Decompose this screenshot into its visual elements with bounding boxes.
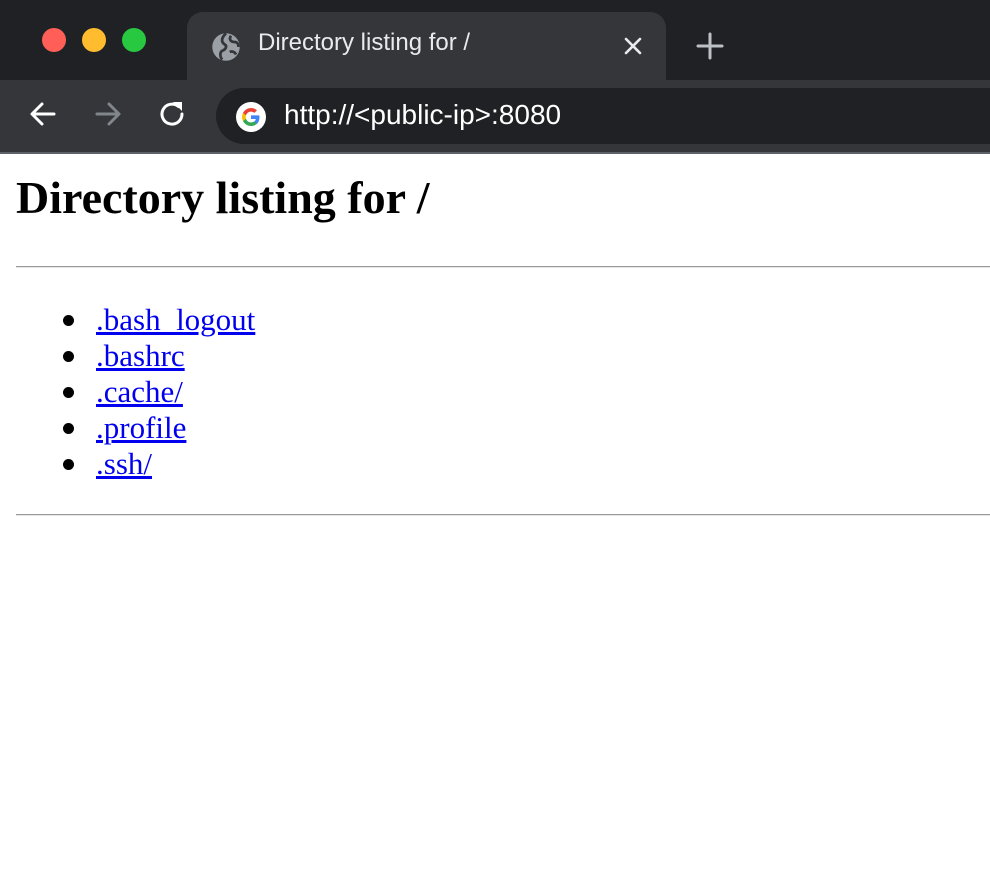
close-icon[interactable] bbox=[621, 34, 645, 58]
bullet-icon bbox=[63, 315, 74, 326]
arrow-right-icon[interactable] bbox=[92, 98, 124, 130]
close-window-button[interactable] bbox=[42, 28, 66, 52]
folder-link-ssh[interactable]: .ssh/ bbox=[96, 446, 152, 482]
file-link-bash-logout[interactable]: .bash_logout bbox=[96, 302, 255, 338]
browser-tab[interactable]: Directory listing for / bbox=[187, 12, 666, 80]
maximize-window-button[interactable] bbox=[122, 28, 146, 52]
file-link-bashrc[interactable]: .bashrc bbox=[96, 338, 185, 374]
url-text[interactable]: http://<public-ip>:8080 bbox=[284, 99, 561, 131]
bullet-icon bbox=[63, 351, 74, 362]
address-bar[interactable]: http://<public-ip>:8080 bbox=[216, 88, 990, 144]
plus-icon[interactable] bbox=[694, 30, 726, 62]
folder-link-cache[interactable]: .cache/ bbox=[96, 374, 183, 410]
bullet-icon bbox=[63, 423, 74, 434]
top-divider bbox=[16, 266, 990, 268]
file-link-profile[interactable]: .profile bbox=[96, 410, 186, 446]
tab-title: Directory listing for / bbox=[258, 29, 471, 56]
arrow-left-icon[interactable] bbox=[27, 98, 59, 130]
bullet-icon bbox=[63, 459, 74, 470]
browser-toolbar: http://<public-ip>:8080 bbox=[0, 80, 990, 152]
globe-icon bbox=[212, 32, 240, 61]
minimize-window-button[interactable] bbox=[82, 28, 106, 52]
reload-icon[interactable] bbox=[156, 98, 188, 130]
google-icon bbox=[236, 102, 266, 132]
browser-titlebar: Directory listing for / bbox=[0, 0, 990, 80]
page-title: Directory listing for / bbox=[16, 172, 430, 223]
bottom-divider bbox=[16, 514, 990, 516]
page-content: Directory listing for / .bash_logout .ba… bbox=[0, 154, 990, 882]
bullet-icon bbox=[63, 387, 74, 398]
